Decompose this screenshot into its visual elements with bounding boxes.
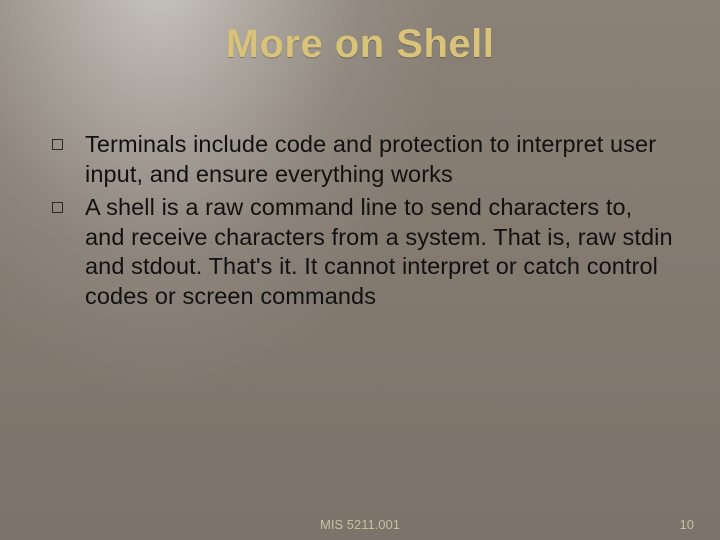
bullet-icon <box>52 139 63 150</box>
list-item: Terminals include code and protection to… <box>52 130 678 189</box>
bullet-text: Terminals include code and protection to… <box>85 130 678 189</box>
slide: More on Shell Terminals include code and… <box>0 0 720 540</box>
slide-title: More on Shell <box>0 22 720 67</box>
bullet-icon <box>52 202 63 213</box>
bullet-text: A shell is a raw command line to send ch… <box>85 193 678 311</box>
list-item: A shell is a raw command line to send ch… <box>52 193 678 311</box>
footer-course-code: MIS 5211.001 <box>320 517 400 532</box>
footer-page-number: 10 <box>680 517 694 532</box>
bullet-list: Terminals include code and protection to… <box>52 130 678 316</box>
